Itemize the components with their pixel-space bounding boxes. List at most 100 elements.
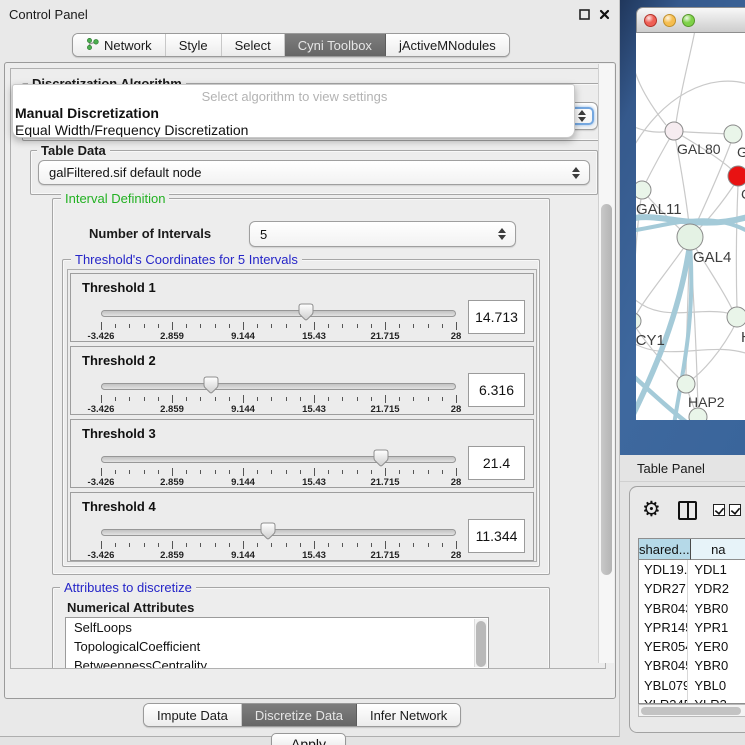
network-window-titlebar[interactable] xyxy=(636,7,745,33)
tick-mark xyxy=(101,395,102,403)
list-scrollbar[interactable] xyxy=(474,619,487,667)
network-node[interactable] xyxy=(727,307,745,327)
cell-name[interactable]: YBR0 xyxy=(688,599,745,618)
network-node[interactable] xyxy=(636,181,651,199)
table-row[interactable]: YPR145WYPR1 xyxy=(639,618,745,637)
threshold-value-input[interactable]: 21.4 xyxy=(468,446,525,480)
columns-icon[interactable] xyxy=(678,501,697,520)
table-row[interactable]: YBR043CYBR0 xyxy=(639,599,745,618)
slider-track[interactable] xyxy=(101,529,456,536)
num-intervals-spinner[interactable]: 5 xyxy=(249,221,516,247)
float-window-icon[interactable] xyxy=(578,8,591,21)
attribute-list-item[interactable]: SelfLoops xyxy=(66,618,488,637)
network-node[interactable] xyxy=(728,166,745,186)
cell-shared-name[interactable]: YBL079W xyxy=(639,676,688,695)
attribute-list-item[interactable]: BetweennessCentrality xyxy=(66,656,488,669)
apply-button[interactable]: Apply xyxy=(271,733,346,745)
tab-style[interactable]: Style xyxy=(166,34,222,56)
tab-cyni-toolbox[interactable]: Cyni Toolbox xyxy=(285,34,386,56)
traffic-light-yellow[interactable] xyxy=(663,14,676,27)
slider-track[interactable] xyxy=(101,383,456,390)
slider-thumb[interactable] xyxy=(373,449,389,467)
checkbox-icon[interactable] xyxy=(713,504,725,516)
table-data-combobox[interactable]: galFiltered.sif default node xyxy=(38,160,590,185)
cell-shared-name[interactable]: YPR145W xyxy=(639,618,688,637)
cell-shared-name[interactable]: YBR043C xyxy=(639,599,688,618)
table-h-scrollbar-thumb[interactable] xyxy=(641,707,741,715)
checkbox-icon[interactable] xyxy=(729,504,741,516)
cell-name[interactable]: YLR3 xyxy=(688,695,745,704)
slider-thumb[interactable] xyxy=(203,376,219,394)
threshold-slider[interactable]: -3.4262.8599.14415.4321.71528 xyxy=(101,302,456,340)
cell-name[interactable]: YER0 xyxy=(688,637,745,656)
threshold-value-input[interactable]: 11.344 xyxy=(468,519,525,553)
combo-arrows-icon[interactable] xyxy=(567,167,585,179)
table-h-scrollbar[interactable] xyxy=(638,704,745,717)
tab-discretize-data[interactable]: Discretize Data xyxy=(242,704,357,726)
table-row[interactable]: YER054CYER0 xyxy=(639,637,745,656)
close-icon[interactable] xyxy=(598,8,611,21)
threshold-label: Threshold 4 xyxy=(82,499,156,514)
network-node[interactable] xyxy=(677,375,695,393)
slider-ticks xyxy=(101,541,456,549)
slider-track[interactable] xyxy=(101,310,456,317)
network-edge[interactable] xyxy=(676,33,696,123)
spinner-arrows-icon[interactable] xyxy=(493,228,511,240)
threshold-slider[interactable]: -3.4262.8599.14415.4321.71528 xyxy=(101,375,456,413)
cell-name[interactable]: YDR2 xyxy=(688,579,745,598)
gear-icon[interactable]: ⚙ xyxy=(642,499,661,521)
table-row[interactable]: YDL19...YDL1 xyxy=(639,560,745,579)
attribute-list-item[interactable]: TopologicalCoefficient xyxy=(66,637,488,656)
cell-shared-name[interactable]: YDR27... xyxy=(639,579,688,598)
table-row[interactable]: YDR27...YDR2 xyxy=(639,579,745,598)
tab-infer-network[interactable]: Infer Network xyxy=(357,704,460,726)
cell-name[interactable]: YPR1 xyxy=(688,618,745,637)
cell-shared-name[interactable]: YDL19... xyxy=(639,560,688,579)
tab-label: Discretize Data xyxy=(255,708,343,723)
slider-thumb[interactable] xyxy=(260,522,276,540)
table-panel: ⚙ shared... na YDL19...YDL1YDR27...YDR2Y… xyxy=(629,486,745,733)
slider-track[interactable] xyxy=(101,456,456,463)
cell-shared-name[interactable]: YLR345W xyxy=(639,695,688,704)
cell-name[interactable]: YBL0 xyxy=(688,676,745,695)
network-node[interactable] xyxy=(665,122,683,140)
cell-name[interactable]: YDL1 xyxy=(688,560,745,579)
column-header-shared-name[interactable]: shared... xyxy=(639,539,691,560)
network-edge[interactable] xyxy=(736,185,738,309)
tab-select[interactable]: Select xyxy=(222,34,285,56)
table-row[interactable]: YBL079WYBL0 xyxy=(639,676,745,695)
list-scrollbar-thumb[interactable] xyxy=(476,621,486,667)
network-node[interactable] xyxy=(724,125,742,143)
tick-label: 21.715 xyxy=(370,550,399,561)
cell-shared-name[interactable]: YBR045C xyxy=(639,656,688,675)
network-canvas[interactable]: GAL80GCGAL11GAL4GCY1HHAP2 xyxy=(636,33,745,420)
cell-name[interactable]: YBR0 xyxy=(688,656,745,675)
combo-arrows-icon[interactable] xyxy=(573,110,591,122)
tab-label: Cyni Toolbox xyxy=(298,38,372,53)
tab-jactivemnodules[interactable]: jActiveMNodules xyxy=(386,34,509,56)
traffic-light-red[interactable] xyxy=(644,14,657,27)
table-row[interactable]: YBR045CYBR0 xyxy=(639,656,745,675)
tab-impute-data[interactable]: Impute Data xyxy=(144,704,242,726)
tab-network[interactable]: Network xyxy=(73,34,166,56)
threshold-slider[interactable]: -3.4262.8599.14415.4321.71528 xyxy=(101,448,456,486)
table-row[interactable]: YLR345WYLR3 xyxy=(639,695,745,704)
network-node[interactable] xyxy=(677,224,703,250)
network-edge[interactable] xyxy=(636,53,666,125)
algorithm-popup-item[interactable]: Manual Discretization xyxy=(13,105,574,122)
traffic-light-green[interactable] xyxy=(682,14,695,27)
cell-shared-name[interactable]: YER054C xyxy=(639,637,688,656)
tick-mark xyxy=(158,397,159,401)
numerical-attributes-list[interactable]: SelfLoopsTopologicalCoefficientBetweenne… xyxy=(65,617,489,669)
threshold-value-input[interactable]: 14.713 xyxy=(468,300,525,334)
settings-scrollbar[interactable] xyxy=(598,64,614,663)
threshold-slider[interactable]: -3.4262.8599.14415.4321.71528 xyxy=(101,521,456,559)
settings-scrollbar-thumb[interactable] xyxy=(601,204,612,575)
slider-thumb[interactable] xyxy=(298,303,314,321)
tick-mark xyxy=(286,397,287,401)
threshold-value-input[interactable]: 6.316 xyxy=(468,373,525,407)
column-header-name[interactable]: na xyxy=(691,539,745,560)
network-node[interactable] xyxy=(636,313,641,329)
algorithm-popup-item[interactable]: Equal Width/Frequency Discretization xyxy=(13,122,574,138)
node-table[interactable]: shared... na YDL19...YDL1YDR27...YDR2YBR… xyxy=(638,538,745,704)
